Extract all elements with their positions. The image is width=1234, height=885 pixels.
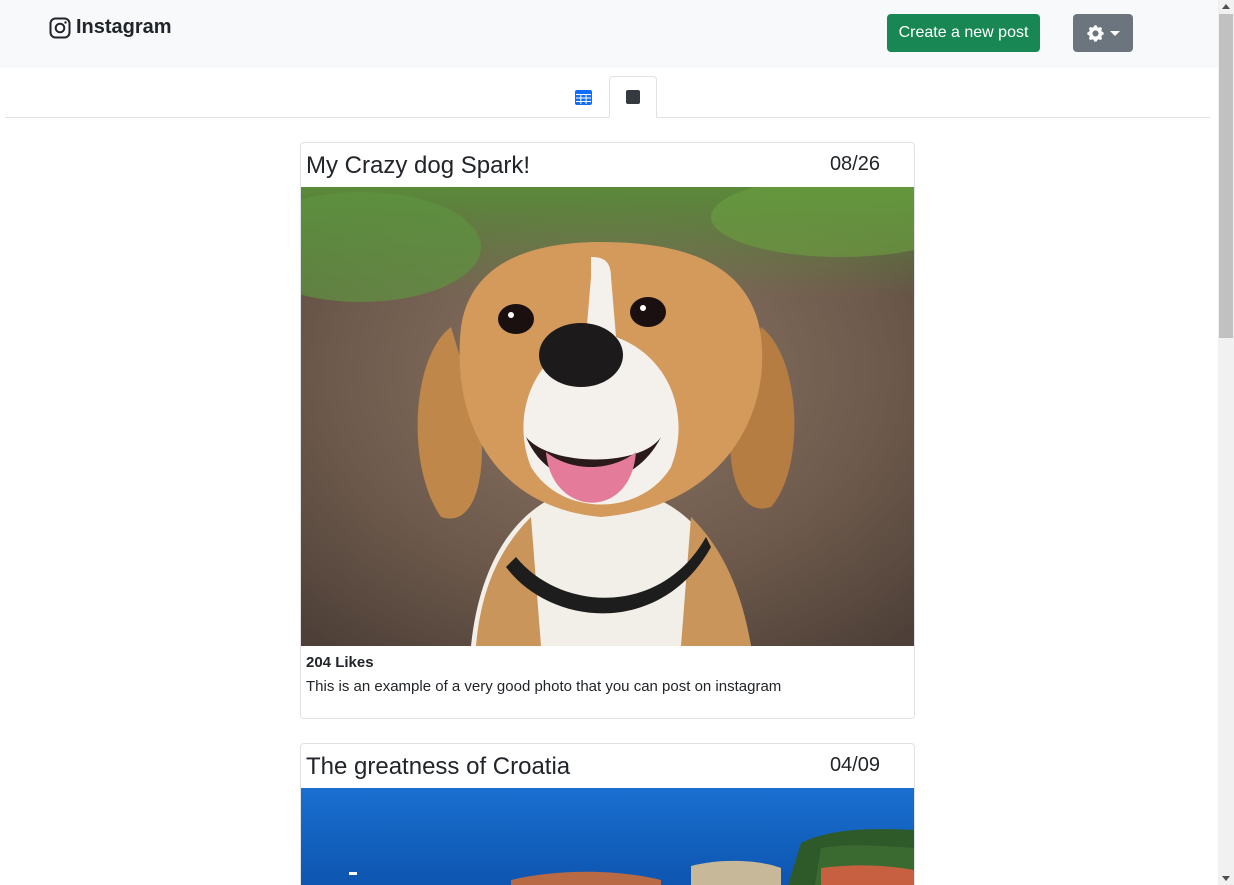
gear-icon bbox=[1086, 24, 1104, 42]
grid-icon bbox=[574, 89, 592, 105]
beagle-photo bbox=[301, 187, 914, 646]
tab-single-view[interactable] bbox=[609, 76, 657, 118]
post-title: The greatness of Croatia bbox=[306, 753, 571, 780]
scroll-down-icon[interactable] bbox=[1222, 876, 1230, 881]
scroll-up-icon[interactable] bbox=[1222, 4, 1230, 9]
caret-down-icon bbox=[1109, 30, 1120, 36]
post-date: 04/09 bbox=[829, 754, 880, 776]
post-card: My Crazy dog Spark! 08/26 204 Likes This… bbox=[300, 142, 915, 719]
view-tabs bbox=[5, 76, 1210, 118]
post-likes: 204 Likes bbox=[306, 654, 374, 671]
brand-link[interactable]: Instagram bbox=[49, 16, 172, 39]
scrollbar-thumb[interactable] bbox=[1219, 14, 1233, 338]
settings-dropdown-button[interactable] bbox=[1073, 14, 1133, 52]
tab-grid-view[interactable] bbox=[559, 76, 607, 118]
post-description: This is an example of a very good photo … bbox=[306, 678, 782, 695]
post-title: My Crazy dog Spark! bbox=[306, 152, 531, 179]
create-post-button[interactable]: Create a new post bbox=[887, 14, 1040, 52]
post-date: 08/26 bbox=[829, 153, 880, 175]
navbar: Instagram Create a new post bbox=[0, 0, 1218, 68]
instagram-icon bbox=[49, 17, 71, 38]
croatia-coast-photo bbox=[301, 788, 914, 885]
square-icon bbox=[626, 90, 640, 104]
post-card: The greatness of Croatia 04/09 bbox=[300, 743, 915, 885]
brand-name: Instagram bbox=[76, 16, 172, 38]
